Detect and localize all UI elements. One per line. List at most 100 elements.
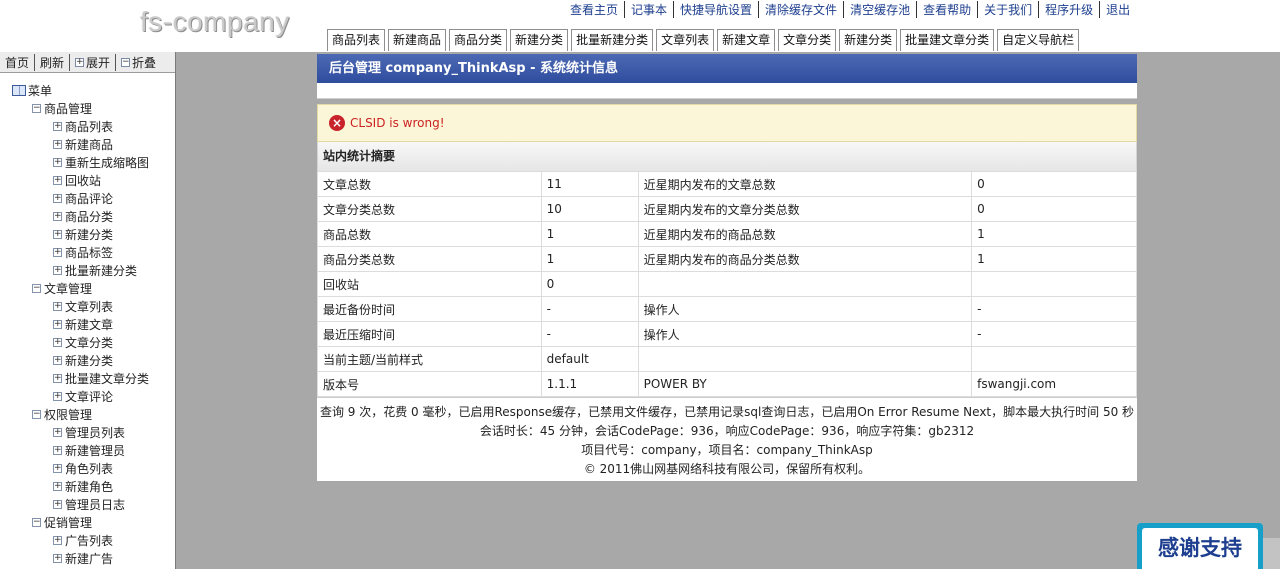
menu-item[interactable]: + 管理员日志 <box>12 495 175 513</box>
error-icon: × <box>329 115 345 131</box>
expand-icon: + <box>53 120 62 131</box>
nav-tab[interactable]: 文章列表 <box>656 29 715 51</box>
nav-tab[interactable]: 文章分类 <box>778 29 837 51</box>
table-cell: 近星期内发布的文章总数 <box>637 171 973 197</box>
top-link[interactable]: 查看帮助 <box>916 1 977 18</box>
nav-tab[interactable]: 批量新建分类 <box>571 29 654 51</box>
table-cell: - <box>971 321 1137 347</box>
top-nav: 查看主页 记事本 快捷导航设置 清除缓存文件 清空缓存池 查看帮助 关于我们 程序升级 退出 <box>564 1 1136 18</box>
menu-item[interactable]: + 新建商品 <box>12 135 175 153</box>
expand-icon: + <box>53 264 62 275</box>
expand-icon: + <box>53 444 62 455</box>
menu-item[interactable]: + 商品评论 <box>12 189 175 207</box>
top-link[interactable]: 查看主页 <box>564 1 624 18</box>
sidebar-refresh-label: 刷新 <box>40 55 65 70</box>
nav-tab[interactable]: 批量建文章分类 <box>900 29 995 51</box>
table-cell: - <box>540 321 639 347</box>
menu-item[interactable]: + 新建管理员 <box>12 441 175 459</box>
menu-item[interactable]: + 商品列表 <box>12 117 175 135</box>
sidebar-home-link[interactable]: 首页 <box>0 54 34 71</box>
menu-item[interactable]: + 新建角色 <box>12 477 175 495</box>
menu-item-label: 商品标签 <box>65 245 114 260</box>
footer-query-info: 查询 9 次，花费 0 毫秒，已启用Response缓存，已禁用文件缓存，已禁用… <box>319 405 1135 419</box>
table-cell: POWER BY <box>637 371 973 397</box>
menu-group[interactable]: − 商品管理 <box>12 99 175 117</box>
table-cell: 版本号 <box>317 371 542 397</box>
top-link[interactable]: 记事本 <box>624 1 673 18</box>
table-cell: 1 <box>540 246 639 272</box>
table-cell: 最近备份时间 <box>317 296 542 322</box>
sidebar-collapse-link[interactable]: − 折叠 <box>115 53 161 71</box>
menu-item[interactable]: + 广告列表 <box>12 531 175 549</box>
menu-group[interactable]: − 权限管理 <box>12 405 175 423</box>
table-cell <box>971 346 1137 372</box>
table-cell: 0 <box>540 271 639 297</box>
top-link[interactable]: 退出 <box>1099 1 1136 18</box>
menu-item[interactable]: + 文章分类 <box>12 333 175 351</box>
menu-item[interactable]: + 新建分类 <box>12 351 175 369</box>
nav-tab[interactable]: 新建商品 <box>388 29 447 51</box>
menu-item-label: 管理员日志 <box>65 497 126 512</box>
nav-tab[interactable]: 新建文章 <box>717 29 776 51</box>
table-cell: default <box>540 346 639 372</box>
stats-table: 文章总数 11 近星期内发布的文章总数 0 文章分类总数 10 近星期内发布的文章分类总数 0… <box>317 171 1137 397</box>
table-cell: 1 <box>971 246 1137 272</box>
menu-group-label: 权限管理 <box>44 407 93 422</box>
menu-item-label: 商品列表 <box>65 119 114 134</box>
table-cell: 近星期内发布的商品分类总数 <box>637 246 973 272</box>
menu-item[interactable]: + 新建分类 <box>12 225 175 243</box>
menu-item-label: 批量新建分类 <box>65 263 138 278</box>
expand-icon: + <box>53 138 62 149</box>
book-icon <box>12 84 26 96</box>
stats-title: 站内统计摘要 <box>317 142 1137 171</box>
menu-item[interactable]: + 商品标签 <box>12 243 175 261</box>
menu-group[interactable]: − 促销管理 <box>12 513 175 531</box>
table-row: 商品总数 1 近星期内发布的商品总数 1 <box>317 221 1137 247</box>
sidebar-toolbar: 首页 刷新 + 展开 − 折叠 <box>0 52 175 73</box>
menu-item-label: 新建分类 <box>65 353 114 368</box>
nav-tab[interactable]: 商品列表 <box>327 29 386 51</box>
menu-item[interactable]: + 商品分类 <box>12 207 175 225</box>
top-link[interactable]: 程序升级 <box>1038 1 1099 18</box>
table-cell: 10 <box>540 196 639 222</box>
expand-icon: + <box>53 390 62 401</box>
menu-item[interactable]: + 批量新建分类 <box>12 261 175 279</box>
menu-group-label: 商品管理 <box>44 101 93 116</box>
nav-tab[interactable]: 新建分类 <box>839 29 898 51</box>
menu-item[interactable]: + 新建广告 <box>12 549 175 567</box>
expand-icon: + <box>53 210 62 221</box>
menu-item[interactable]: + 角色列表 <box>12 459 175 477</box>
collapse-icon: − <box>32 102 41 113</box>
sidebar-refresh-link[interactable]: 刷新 <box>34 53 69 71</box>
nav-tab[interactable]: 自定义导航栏 <box>997 29 1080 51</box>
nav-tab[interactable]: 商品分类 <box>449 29 508 51</box>
top-link[interactable]: 关于我们 <box>977 1 1038 18</box>
menu-item[interactable]: + 批量建文章分类 <box>12 369 175 387</box>
menu-group[interactable]: − 文章管理 <box>12 279 175 297</box>
menu-item[interactable]: + 管理员列表 <box>12 423 175 441</box>
top-link[interactable]: 清除缓存文件 <box>758 1 843 18</box>
sidebar-expand-label: 展开 <box>86 55 111 70</box>
collapse-icon: − <box>32 282 41 293</box>
table-cell: 1.1.1 <box>540 371 639 397</box>
table-cell: 近星期内发布的商品总数 <box>637 221 973 247</box>
top-link[interactable]: 快捷导航设置 <box>673 1 758 18</box>
sidebar-expand-link[interactable]: + 展开 <box>69 53 115 71</box>
main-panel: 后台管理 company_ThinkAsp - 系统统计信息 × CLSID i… <box>317 54 1137 481</box>
expand-icon: + <box>53 534 62 545</box>
menu-item[interactable]: + 重新生成缩略图 <box>12 153 175 171</box>
menu-item-label: 文章列表 <box>65 299 114 314</box>
menu-item-label: 重新生成缩略图 <box>65 155 150 170</box>
menu-item[interactable]: + 文章列表 <box>12 297 175 315</box>
table-cell <box>637 346 973 372</box>
menu-item-label: 新建文章 <box>65 317 114 332</box>
menu-item[interactable]: + 新建文章 <box>12 315 175 333</box>
top-link[interactable]: 清空缓存池 <box>843 1 916 18</box>
menu-item[interactable]: + 文章评论 <box>12 387 175 405</box>
menu-root[interactable]: 菜单 <box>12 81 175 99</box>
sidebar: 首页 刷新 + 展开 − 折叠 菜单 − 商品管理 + 商品列表 + 新建商品 + 重新生成缩略图… <box>0 52 176 569</box>
thanks-button[interactable]: 感谢支持 <box>1142 528 1258 569</box>
nav-tab[interactable]: 新建分类 <box>510 29 569 51</box>
menu-item-label: 新建商品 <box>65 137 114 152</box>
menu-item[interactable]: + 回收站 <box>12 171 175 189</box>
